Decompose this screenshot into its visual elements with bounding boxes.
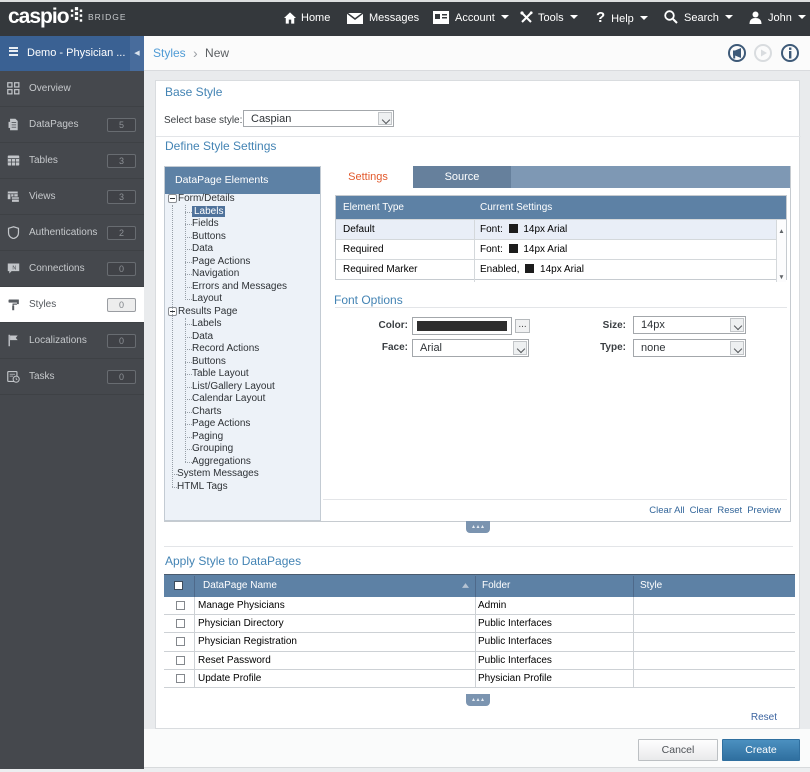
svg-text:N: N xyxy=(12,265,16,271)
